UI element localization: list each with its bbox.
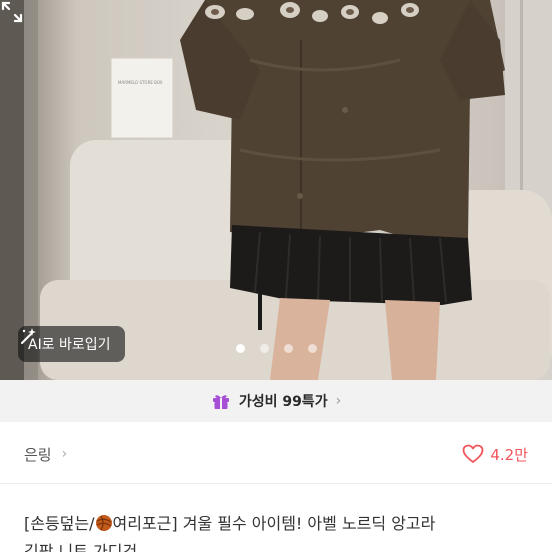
magic-wand-icon [21,328,36,344]
product-title: [손등덮는/ 여리포근] 겨울 필수 아이템! 아벨 노르딕 앙고라 김팡 니트… [24,510,552,552]
box-text: MARMELO STORE BOX [118,80,163,85]
shop-link[interactable]: 은링 › [24,444,67,465]
gift-icon [212,395,229,409]
expand-icon[interactable] [0,0,24,24]
ai-try-on-label: AI로 바로입기 [28,337,111,353]
pagination-dot-1[interactable] [236,344,245,353]
chevron-right-icon: › [61,446,68,462]
product-title-part1: [손등덮는/ [24,514,95,533]
product-image-gallery[interactable]: MARMELO STORE BOX AI로 바로입기 [0,0,552,380]
divider [0,483,552,484]
pagination-dot-3[interactable] [284,344,293,353]
heart-outline-icon [462,444,484,463]
product-photo: MARMELO STORE BOX [0,0,552,380]
ai-try-on-button[interactable]: AI로 바로입기 [18,326,125,362]
yarn-ball-icon [95,515,112,531]
product-title-line2: 김팡 니트 가디건 [24,542,138,552]
pagination-dot-2[interactable] [260,344,269,353]
like-button[interactable]: 4.2만 [462,444,528,465]
promo-label: 가성비 99특가 [238,394,328,410]
gallery-pagination [236,344,317,353]
shop-row: 은링 › 4.2만 [0,434,552,474]
like-count: 4.2만 [490,445,528,464]
product-title-part2: 여리포근] 겨울 필수 아이템! 아벨 노르딕 앙고라 [112,514,436,533]
promo-banner[interactable]: 가성비 99특가 › [0,380,552,422]
shop-name: 은링 [24,445,52,464]
chevron-right-icon: › [335,393,342,409]
pagination-dot-4[interactable] [308,344,317,353]
